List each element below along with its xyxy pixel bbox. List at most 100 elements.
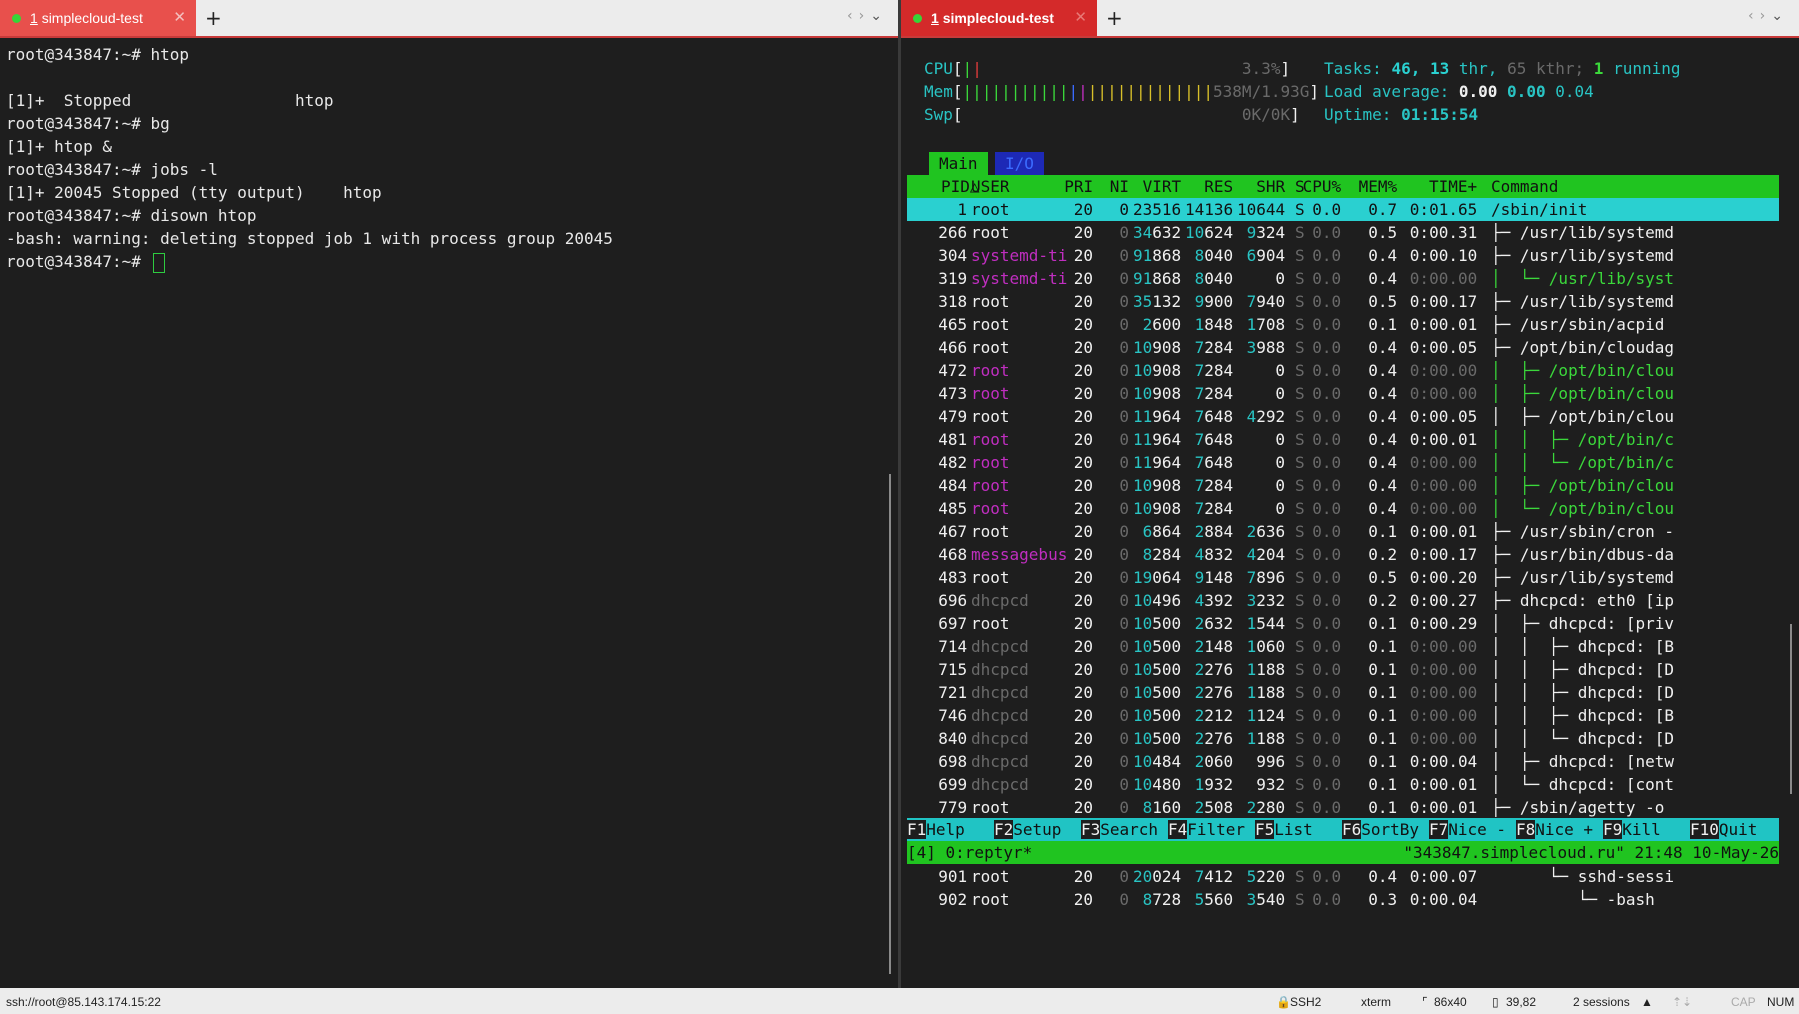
process-s: S [1295, 430, 1305, 449]
fkey-setup[interactable]: F2Setup [994, 818, 1061, 841]
column-header[interactable]: VIRT [1143, 175, 1182, 198]
fkey-nice[interactable]: F7Nice - [1429, 818, 1506, 841]
close-tab-icon[interactable]: ✕ [173, 8, 186, 26]
process-res: 2276 [1194, 683, 1234, 702]
process-row[interactable]: 746 dhcpcd 20 0 10500 2212 1124 S 0.0 0.1 0:00.00 │… [907, 704, 1779, 727]
process-ni: 0 [1119, 361, 1130, 380]
scroll-tabs-right-icon[interactable]: › [1760, 8, 1772, 24]
column-header[interactable]: SHR [1256, 175, 1285, 198]
tab-simplecloud-test[interactable]: 1 simplecloud-test ✕ [0, 0, 196, 36]
scrollbar-thumb[interactable] [889, 474, 891, 974]
process-cpu: 0.0 [1312, 637, 1342, 656]
column-header[interactable]: PRI [1064, 175, 1093, 198]
terminal-output[interactable]: root@343847:~# htop [1]+ Stopped htop ro… [0, 38, 898, 988]
fkey-sortby[interactable]: F6SortBy [1342, 818, 1419, 841]
tab-list-dropdown-icon[interactable]: ⌄ [1771, 8, 1789, 24]
column-header[interactable]: RES [1204, 175, 1233, 198]
vertical-scrollbar[interactable] [886, 44, 894, 982]
process-pri: 20 [1073, 545, 1094, 564]
process-row[interactable]: 1 root 20 0 23516 14136 10644 S 0.0 0.7 0:01.65/sb… [907, 198, 1779, 221]
process-row[interactable]: 840 dhcpcd 20 0 10500 2276 1188 S 0.0 0.1 0:00.00 │… [907, 727, 1779, 750]
process-row[interactable]: 481 root 20 0 11964 7648 0 S 0.0 0.4 0:00.01 │ │ ├─… [907, 428, 1779, 451]
fkey-nice[interactable]: F8Nice + [1516, 818, 1593, 841]
process-row[interactable]: 697 root 20 0 10500 2632 1544 S 0.0 0.1 0:00.29 │ ├… [907, 612, 1779, 635]
process-virt: 11964 [1133, 453, 1182, 472]
process-row[interactable]: 319 systemd-ti 20 0 91868 8040 0 S 0.0 0.4 0:00.00… [907, 267, 1779, 290]
process-time: 0:00.00 [1409, 499, 1478, 518]
fkey-label: Search [1100, 820, 1159, 839]
process-user: root [971, 223, 1010, 242]
process-row[interactable]: 483 root 20 0 19064 9148 7896 S 0.0 0.5 0:00.20 ├─ … [907, 566, 1779, 589]
process-time: 0:00.01 [1409, 798, 1478, 817]
process-row[interactable]: 468 messagebus 20 0 8284 4832 4204 S 0.0 0.2 0:00.… [907, 543, 1779, 566]
process-row[interactable]: 479 root 20 0 11964 7648 4292 S 0.0 0.4 0:00.05 │ ├… [907, 405, 1779, 428]
fkey-quit[interactable]: F10Quit [1690, 818, 1757, 841]
fkey-kill[interactable]: F9Kill [1603, 818, 1661, 841]
process-user: root [971, 361, 1010, 380]
process-row[interactable]: 266 root 20 0 34632 10624 9324 S 0.0 0.5 0:00.31 ├─… [907, 221, 1779, 244]
tab-number: 1 [30, 10, 38, 26]
fkey-search[interactable]: F3Search [1081, 818, 1158, 841]
load-average: Load average: 0.00 0.00 0.04 [1324, 82, 1594, 101]
htop-tab-io[interactable]: I/O [995, 152, 1044, 175]
process-ni: 0 [1119, 867, 1130, 886]
process-row[interactable]: 715 dhcpcd 20 0 10500 2276 1188 S 0.0 0.1 0:00.00 │… [907, 658, 1779, 681]
process-row[interactable]: 902 root 20 0 8728 5560 3540 S 0.0 0.3 0:00.04 └─ … [907, 888, 1779, 911]
process-row[interactable]: 465 root 20 0 2600 1848 1708 S 0.0 0.1 0:00.01 ├─ /… [907, 313, 1779, 336]
process-row[interactable]: 901 root 20 0 20024 7412 5220 S 0.0 0.4 0:00.07 └─… [907, 865, 1779, 888]
fkey-filter[interactable]: F4Filter [1168, 818, 1245, 841]
process-s: S [1295, 361, 1305, 380]
process-row[interactable]: 721 dhcpcd 20 0 10500 2276 1188 S 0.0 0.1 0:00.00 │… [907, 681, 1779, 704]
column-header[interactable]: CPU% [1303, 175, 1342, 198]
process-row[interactable]: 484 root 20 0 10908 7284 0 S 0.0 0.4 0:00.00 │ ├─ /… [907, 474, 1779, 497]
column-header[interactable]: TIME+ [1429, 175, 1477, 198]
vertical-scrollbar[interactable] [1787, 44, 1795, 982]
column-header[interactable]: Command [1491, 175, 1558, 198]
process-virt: 10484 [1133, 752, 1182, 771]
process-shr: 7940 [1246, 292, 1286, 311]
column-header[interactable]: MEM% [1359, 175, 1398, 198]
process-row[interactable]: 485 root 20 0 10908 7284 0 S 0.0 0.4 0:00.00 │ └─ /… [907, 497, 1779, 520]
process-row[interactable]: 472 root 20 0 10908 7284 0 S 0.0 0.4 0:00.00 │ ├─ /… [907, 359, 1779, 382]
tab-list-dropdown-icon[interactable]: ⌄ [870, 8, 888, 24]
column-header[interactable]: USER [971, 175, 1010, 198]
process-row[interactable]: 696 dhcpcd 20 0 10496 4392 3232 S 0.0 0.2 0:00.27 ├… [907, 589, 1779, 612]
process-ni: 0 [1119, 223, 1130, 242]
tasks-summary: Tasks: 46, 13 thr, 65 kthr; 1 running [1324, 59, 1681, 78]
process-cpu: 0.0 [1312, 683, 1342, 702]
close-tab-icon[interactable]: ✕ [1074, 8, 1087, 26]
process-row[interactable]: 714 dhcpcd 20 0 10500 2148 1060 S 0.0 0.1 0:00.00 │… [907, 635, 1779, 658]
scroll-tabs-left-icon[interactable]: ‹ [1748, 8, 1760, 24]
process-cpu: 0.0 [1312, 430, 1342, 449]
scrollbar-thumb[interactable] [1790, 624, 1792, 794]
process-user: root [971, 798, 1010, 817]
fkey-list[interactable]: F5List [1255, 818, 1313, 841]
process-row[interactable]: 779 root 20 0 8160 2508 2280 S 0.0 0.1 0:00.01 ├─ /… [907, 796, 1779, 819]
process-cmd: ├─ /usr/lib/systemd [1491, 568, 1675, 587]
scroll-tabs-right-icon[interactable]: › [859, 8, 871, 24]
process-row[interactable]: 473 root 20 0 10908 7284 0 S 0.0 0.4 0:00.00 │ ├─ /… [907, 382, 1779, 405]
process-row[interactable]: 482 root 20 0 11964 7648 0 S 0.0 0.4 0:00.00 │ │ └─… [907, 451, 1779, 474]
right-terminal-pane[interactable]: 1 simplecloud-test ✕ + ‹›⌄ CPU[|| 3.3%] … [901, 0, 1799, 988]
htop-tab-main[interactable]: Main [929, 152, 988, 175]
process-row[interactable]: 304 systemd-ti 20 0 91868 8040 6904 S 0.0 0.4 0:00… [907, 244, 1779, 267]
tab-simplecloud-test-active[interactable]: 1 simplecloud-test ✕ [901, 0, 1097, 36]
column-header[interactable]: NI [1110, 175, 1129, 198]
process-row[interactable]: 318 root 20 0 35132 9900 7940 S 0.0 0.5 0:00.17 ├─ … [907, 290, 1779, 313]
left-terminal-pane[interactable]: 1 simplecloud-test ✕ + ‹›⌄ root@343847:~… [0, 0, 898, 988]
process-mem: 0.1 [1368, 775, 1398, 794]
process-row[interactable]: 699 dhcpcd 20 0 10480 1932 932 S 0.0 0.1 0:00.01 │ … [907, 773, 1779, 796]
fkey-help[interactable]: F1Help [907, 818, 965, 841]
new-tab-button[interactable]: + [1106, 6, 1123, 30]
scroll-tabs-left-icon[interactable]: ‹ [847, 8, 859, 24]
process-row[interactable]: 466 root 20 0 10908 7284 3988 S 0.0 0.4 0:00.05 ├─ … [907, 336, 1779, 359]
process-row[interactable]: 467 root 20 0 6864 2884 2636 S 0.0 0.1 0:00.01 ├─ /… [907, 520, 1779, 543]
htop-terminal[interactable]: CPU[|| 3.3%] Mem[|||||||||||||||||||||||… [901, 38, 1799, 988]
sessions-count[interactable]: 2 sessions [1573, 995, 1630, 1009]
sessions-menu-icon[interactable]: ▲ [1641, 995, 1653, 1009]
process-ni: 0 [1119, 614, 1130, 633]
new-tab-button[interactable]: + [205, 6, 222, 30]
process-row[interactable]: 698 dhcpcd 20 0 10484 2060 996 S 0.0 0.1 0:00.04 │ … [907, 750, 1779, 773]
process-time: 0:00.01 [1409, 522, 1478, 541]
process-pid: 479 [938, 407, 968, 426]
